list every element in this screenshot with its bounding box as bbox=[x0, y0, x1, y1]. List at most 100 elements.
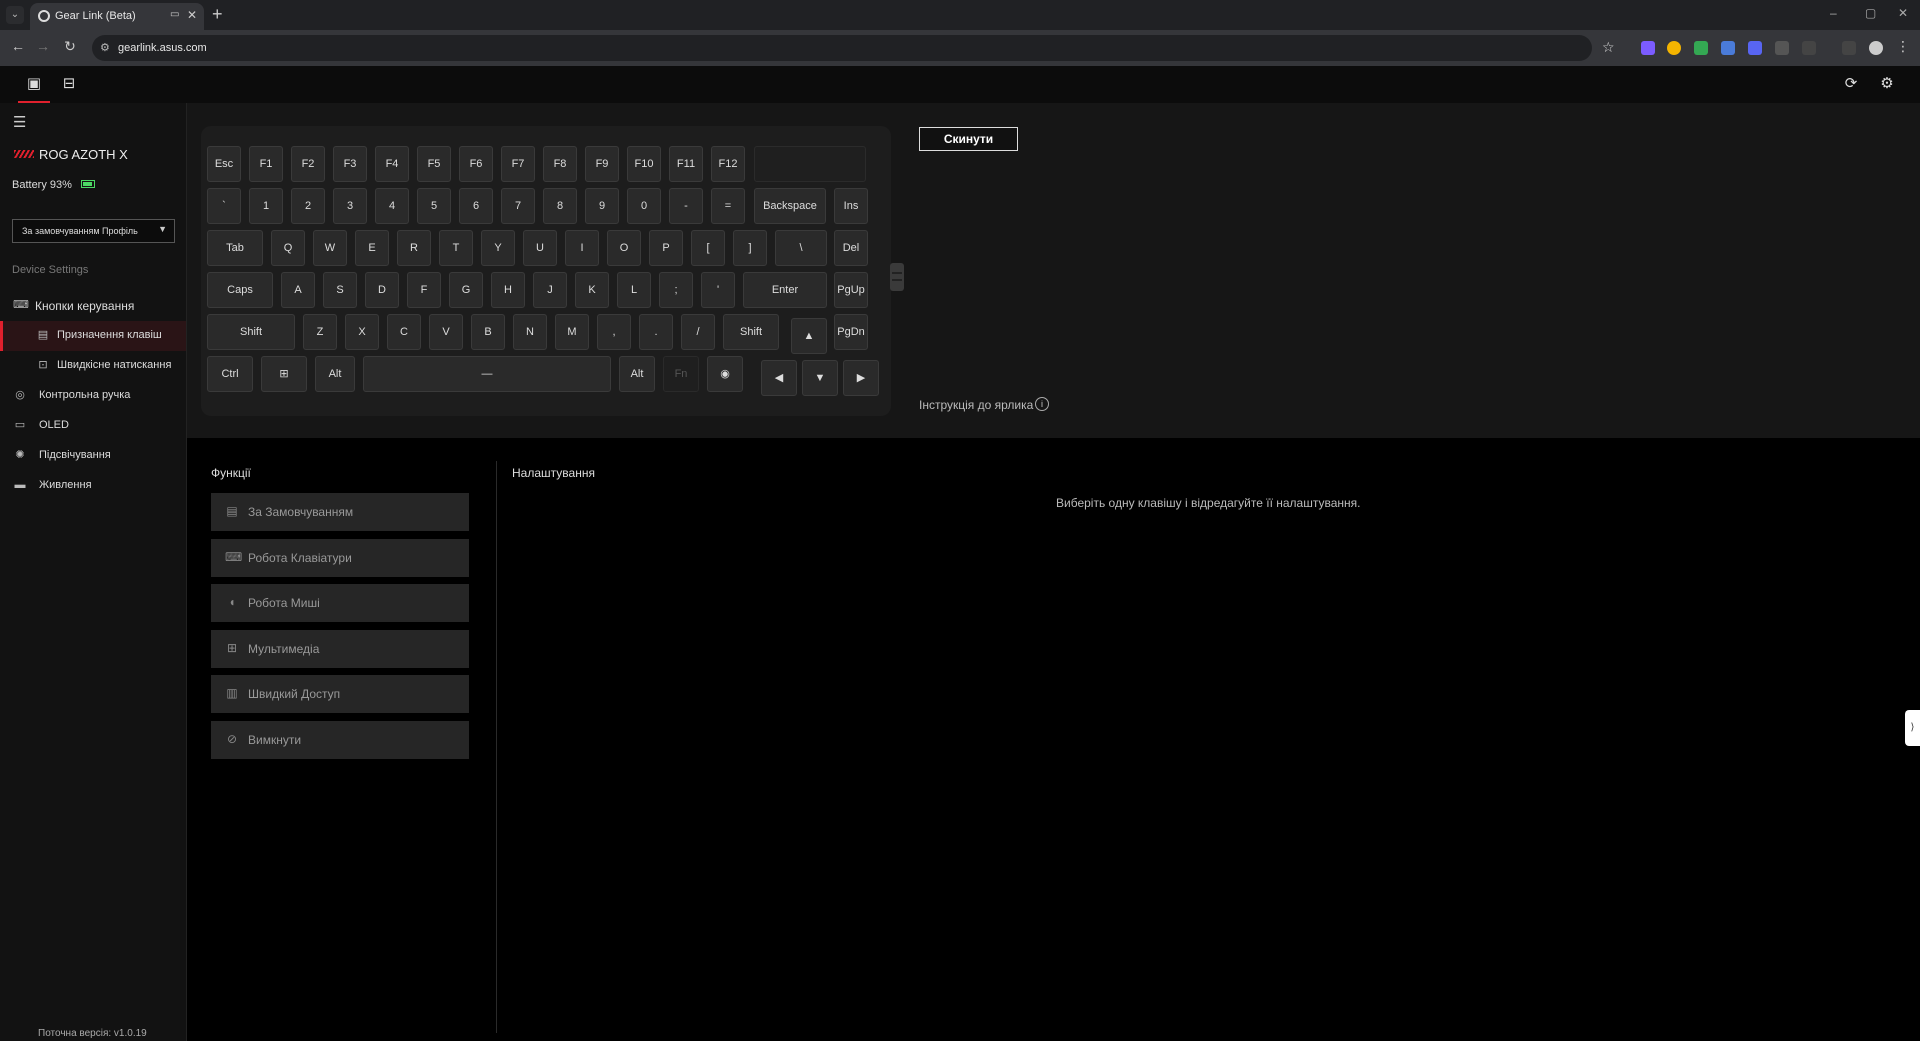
key-esc[interactable]: Esc bbox=[207, 146, 241, 182]
extension-icon[interactable] bbox=[1641, 41, 1655, 55]
key-'[interactable]: ' bbox=[701, 272, 735, 308]
key-[[interactable]: [ bbox=[691, 230, 725, 266]
key-page-up[interactable]: PgUp bbox=[834, 272, 868, 308]
key-Y[interactable]: Y bbox=[481, 230, 515, 266]
key-0[interactable]: 0 bbox=[627, 188, 661, 224]
bookmark-star-icon[interactable]: ☆ bbox=[1602, 39, 1615, 56]
sidebar-item-power[interactable]: ▬ Живлення bbox=[0, 471, 186, 501]
key-1[interactable]: 1 bbox=[249, 188, 283, 224]
key-backspace[interactable]: Backspace bbox=[754, 188, 826, 224]
function-multimedia[interactable]: ⊞ Мультимедіа bbox=[211, 630, 469, 668]
extension-icon[interactable] bbox=[1667, 41, 1681, 55]
browser-tab[interactable]: Gear Link (Beta) ▭ ✕ bbox=[30, 3, 204, 30]
key-X[interactable]: X bbox=[345, 314, 379, 350]
key-Z[interactable]: Z bbox=[303, 314, 337, 350]
function-keyboard[interactable]: ⌨ Робота Клавіатури bbox=[211, 539, 469, 577]
key-U[interactable]: U bbox=[523, 230, 557, 266]
key--[interactable]: - bbox=[669, 188, 703, 224]
key-shift[interactable]: Shift bbox=[207, 314, 295, 350]
key-F2[interactable]: F2 bbox=[291, 146, 325, 182]
device-tab-icon[interactable]: ▣ bbox=[18, 74, 50, 103]
key-delete[interactable]: Del bbox=[834, 230, 868, 266]
key-F8[interactable]: F8 bbox=[543, 146, 577, 182]
key-3[interactable]: 3 bbox=[333, 188, 367, 224]
key-ctrl[interactable]: Ctrl bbox=[207, 356, 253, 392]
feedback-tab-icon[interactable]: ⟩ bbox=[1905, 710, 1920, 746]
maximize-button[interactable]: ▢ bbox=[1865, 6, 1876, 20]
key-F11[interactable]: F11 bbox=[669, 146, 703, 182]
key-F9[interactable]: F9 bbox=[585, 146, 619, 182]
key-;[interactable]: ; bbox=[659, 272, 693, 308]
key-arrow-down[interactable]: ▼ bbox=[802, 360, 838, 396]
sync-icon[interactable]: ⟳ bbox=[1841, 74, 1861, 94]
forward-icon[interactable]: → bbox=[33, 38, 53, 54]
key-G[interactable]: G bbox=[449, 272, 483, 308]
key-A[interactable]: A bbox=[281, 272, 315, 308]
profile-select[interactable]: За замовчуванням Профіль ▼ bbox=[12, 219, 175, 243]
back-icon[interactable]: ← bbox=[8, 38, 28, 54]
function-shortcut[interactable]: ▥ Швидкий Доступ bbox=[211, 675, 469, 713]
function-default[interactable]: ▤ За Замовчуванням bbox=[211, 493, 469, 531]
key-arrow-left[interactable]: ◀ bbox=[761, 360, 797, 396]
key-arrow-up[interactable]: ▲ bbox=[791, 318, 827, 354]
media-controls-icon[interactable] bbox=[1842, 41, 1856, 55]
key-W[interactable]: W bbox=[313, 230, 347, 266]
key-O[interactable]: O bbox=[607, 230, 641, 266]
key-F10[interactable]: F10 bbox=[627, 146, 661, 182]
key-page-down[interactable]: PgDn bbox=[834, 314, 868, 350]
key-,[interactable]: , bbox=[597, 314, 631, 350]
key-R[interactable]: R bbox=[397, 230, 431, 266]
key-arrow-right[interactable]: ▶ bbox=[843, 360, 879, 396]
key-M[interactable]: M bbox=[555, 314, 589, 350]
key-4[interactable]: 4 bbox=[375, 188, 409, 224]
extensions-puzzle-icon[interactable] bbox=[1802, 41, 1816, 55]
hamburger-menu-icon[interactable]: ☰ bbox=[13, 113, 26, 131]
key-5[interactable]: 5 bbox=[417, 188, 451, 224]
key-T[interactable]: T bbox=[439, 230, 473, 266]
key-P[interactable]: P bbox=[649, 230, 683, 266]
key-B[interactable]: B bbox=[471, 314, 505, 350]
key-N[interactable]: N bbox=[513, 314, 547, 350]
key-9[interactable]: 9 bbox=[585, 188, 619, 224]
site-info-icon[interactable]: ⚙ bbox=[100, 41, 110, 54]
new-tab-button[interactable]: + bbox=[212, 4, 223, 25]
sidebar-item-control-buttons[interactable]: ⌨ Кнопки керування bbox=[0, 291, 186, 321]
key-fn[interactable]: Fn bbox=[663, 356, 699, 392]
key-][interactable]: ] bbox=[733, 230, 767, 266]
shortcut-guide-link[interactable]: Інструкція до ярлика bbox=[919, 398, 1033, 412]
key-space[interactable]: — bbox=[363, 356, 611, 392]
key-F1[interactable]: F1 bbox=[249, 146, 283, 182]
sidebar-item-lighting[interactable]: ✺ Підсвічування bbox=[0, 441, 186, 471]
info-icon[interactable]: i bbox=[1035, 397, 1049, 411]
reload-icon[interactable]: ↻ bbox=[60, 38, 80, 55]
tab-list-button[interactable]: ⌄ bbox=[6, 6, 24, 24]
key-=[interactable]: = bbox=[711, 188, 745, 224]
key-L[interactable]: L bbox=[617, 272, 651, 308]
extension-icon[interactable] bbox=[1694, 41, 1708, 55]
key-8[interactable]: 8 bbox=[543, 188, 577, 224]
key-6[interactable]: 6 bbox=[459, 188, 493, 224]
sidebar-item-control-knob[interactable]: ◎ Контрольна ручка bbox=[0, 381, 186, 411]
key-rog[interactable]: ◉ bbox=[707, 356, 743, 392]
key-.[interactable]: . bbox=[639, 314, 673, 350]
control-knob[interactable] bbox=[890, 263, 904, 291]
key-F7[interactable]: F7 bbox=[501, 146, 535, 182]
key-F5[interactable]: F5 bbox=[417, 146, 451, 182]
key-E[interactable]: E bbox=[355, 230, 389, 266]
tab-media-icon[interactable]: ▭ bbox=[170, 9, 179, 20]
key-tab[interactable]: Tab bbox=[207, 230, 263, 266]
function-mouse[interactable]: ◖ Робота Миші bbox=[211, 584, 469, 622]
reset-button[interactable]: Скинути bbox=[919, 127, 1018, 151]
key-enter[interactable]: Enter bbox=[743, 272, 827, 308]
key-`[interactable]: ` bbox=[207, 188, 241, 224]
extension-icon[interactable] bbox=[1775, 41, 1789, 55]
key-C[interactable]: C bbox=[387, 314, 421, 350]
key-I[interactable]: I bbox=[565, 230, 599, 266]
key-H[interactable]: H bbox=[491, 272, 525, 308]
key-2[interactable]: 2 bbox=[291, 188, 325, 224]
extension-icon[interactable] bbox=[1721, 41, 1735, 55]
key-V[interactable]: V bbox=[429, 314, 463, 350]
key-caps-lock[interactable]: Caps bbox=[207, 272, 273, 308]
minimize-button[interactable]: – bbox=[1830, 6, 1837, 20]
key-S[interactable]: S bbox=[323, 272, 357, 308]
